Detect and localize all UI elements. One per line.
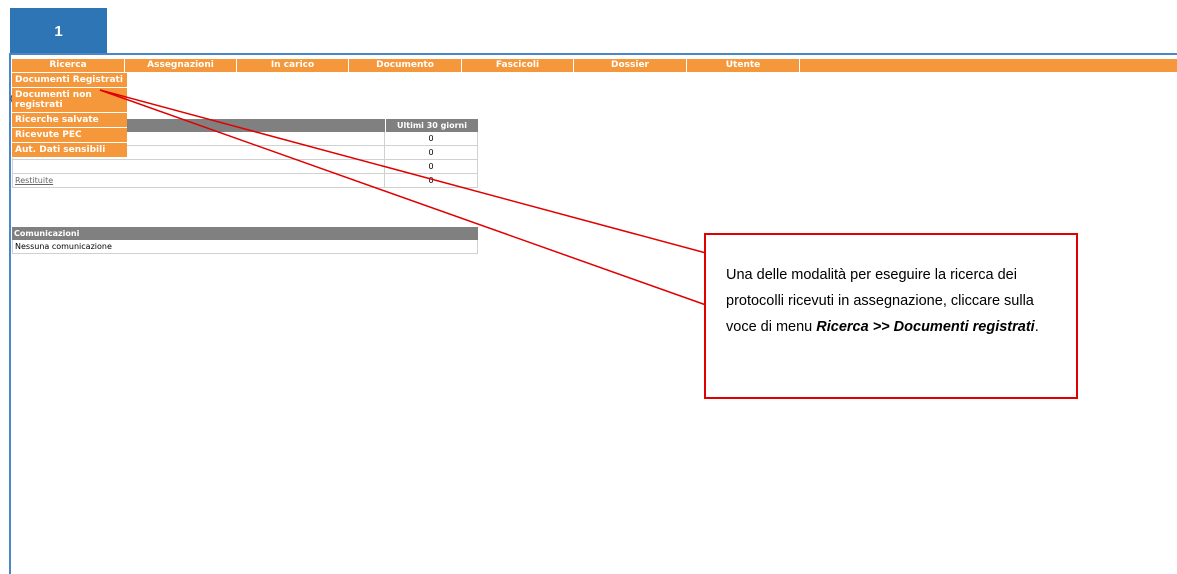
- arrow-line-bottom: [99, 89, 707, 306]
- callout-emphasis: Ricerca >> Documenti registrati: [816, 319, 1035, 335]
- arrow-line-top: [99, 89, 707, 254]
- callout-suffix: .: [1034, 319, 1039, 335]
- callout-box: Una delle modalità per eseguire la ricer…: [704, 233, 1078, 399]
